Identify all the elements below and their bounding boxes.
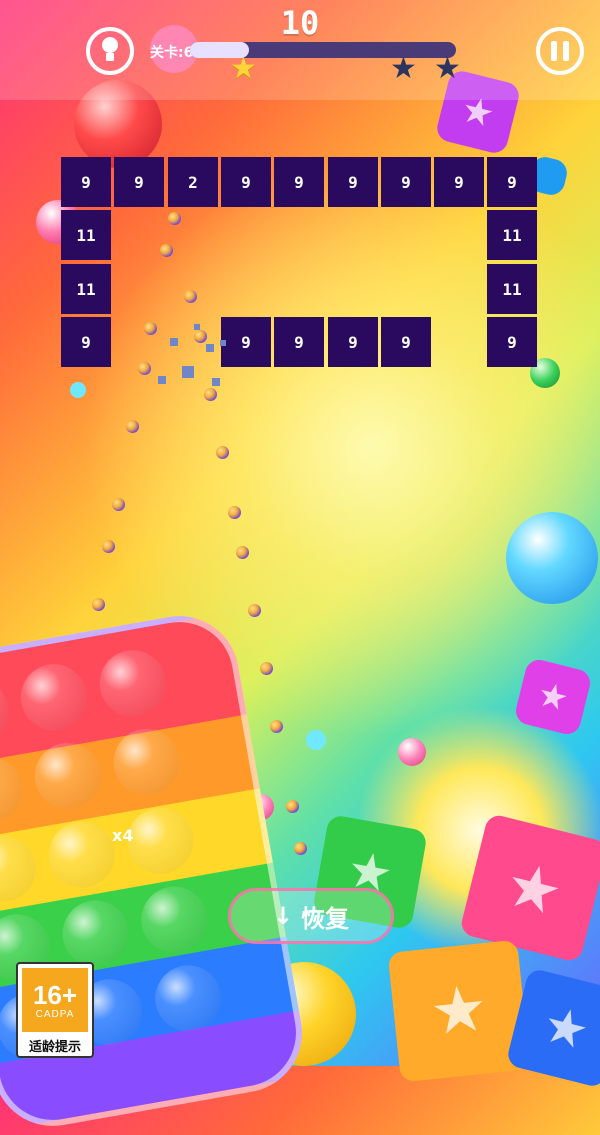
age-rating-org: CADPA [35, 1008, 75, 1020]
hint-button[interactable] [86, 27, 134, 75]
brick-debris [182, 366, 194, 378]
blue-bubble [506, 512, 598, 604]
brick: 9 [487, 317, 537, 367]
age-rating-badge: 16+ CADPA 适龄提示 [16, 962, 94, 1058]
brick: 9 [274, 157, 324, 207]
pink-small-bubble [398, 738, 426, 766]
down-arrow-icon: ↓ [272, 902, 294, 930]
age-rating-block: 16+ CADPA [22, 968, 88, 1032]
brick-debris [206, 344, 214, 352]
brick: 9 [114, 157, 164, 207]
star-icon-2: ★ [390, 51, 417, 86]
ball [184, 290, 197, 303]
pause-button[interactable] [536, 27, 584, 75]
brick: 9 [274, 317, 324, 367]
age-rating: 16+ [32, 979, 78, 1010]
ball [160, 244, 173, 257]
brick: 11 [61, 210, 111, 260]
brick: 11 [487, 210, 537, 260]
brick: 9 [328, 317, 378, 367]
ball [126, 420, 139, 433]
restore-button[interactable]: ↓ 恢复 [228, 888, 394, 944]
ball [228, 506, 241, 519]
ball [102, 540, 115, 553]
ball [204, 388, 217, 401]
brick-debris [212, 378, 220, 386]
level-label: 关卡:6 [150, 45, 194, 61]
ball-count-label: x4 [112, 826, 134, 845]
brick-debris [194, 324, 200, 330]
ball [248, 604, 261, 617]
cyan-small-bubble [70, 382, 86, 398]
ball [194, 330, 207, 343]
brick: 9 [381, 157, 431, 207]
age-rating-caption: 适龄提示 [28, 1040, 81, 1055]
ball [216, 446, 229, 459]
cyan-small-bubble-2 [306, 730, 326, 750]
brick: 9 [61, 317, 111, 367]
brick: 2 [168, 157, 218, 207]
brick-debris [158, 376, 166, 384]
brick: 9 [328, 157, 378, 207]
ball [294, 842, 307, 855]
brick: 9 [221, 157, 271, 207]
brick-debris [220, 340, 226, 346]
brick: 9 [487, 157, 537, 207]
ball [112, 498, 125, 511]
brick: 9 [61, 157, 111, 207]
ball [138, 362, 151, 375]
ball [270, 720, 283, 733]
brick: 9 [381, 317, 431, 367]
star-icon-3: ★ [434, 51, 461, 86]
brick: 9 [434, 157, 484, 207]
restore-button-label: 恢复 [301, 904, 350, 933]
brick: 11 [61, 264, 111, 314]
star-icon-1: ★ [230, 51, 257, 86]
ball [260, 662, 273, 675]
ball [168, 212, 181, 225]
brick-debris [170, 338, 178, 346]
brick: 11 [487, 264, 537, 314]
ball [236, 546, 249, 559]
brick: 9 [221, 317, 271, 367]
ball [286, 800, 299, 813]
ball [144, 322, 157, 335]
ball [92, 598, 105, 611]
